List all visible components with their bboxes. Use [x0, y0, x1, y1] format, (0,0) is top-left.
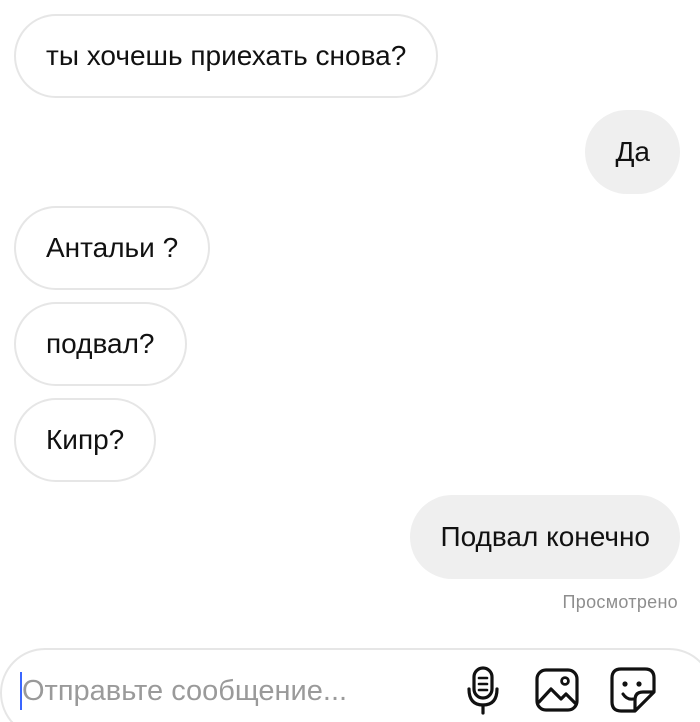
seen-status: Просмотрено — [562, 592, 678, 612]
incoming-message-bubble[interactable]: Антальи ? — [14, 206, 211, 290]
sticker-icon — [610, 667, 656, 713]
incoming-message-bubble[interactable]: подвал? — [14, 302, 187, 386]
message-text: ты хочешь приехать снова? — [46, 40, 407, 71]
message-text: подвал? — [46, 328, 155, 359]
image-icon — [535, 668, 579, 712]
outgoing-message-bubble[interactable]: Да — [585, 110, 680, 194]
outgoing-message-bubble[interactable]: Подвал конечно — [410, 495, 680, 579]
message-text: Антальи ? — [46, 232, 179, 263]
chat-thread: ты хочешь приехать снова? Да Антальи ? п… — [0, 0, 700, 640]
incoming-message-bubble[interactable]: Кипр? — [14, 398, 157, 482]
send-image-button[interactable] — [532, 664, 582, 716]
sticker-button[interactable] — [608, 664, 658, 716]
incoming-message-bubble[interactable]: ты хочешь приехать снова? — [14, 14, 439, 98]
message-text: Подвал конечно — [440, 521, 650, 552]
message-text: Да — [615, 136, 650, 167]
microphone-icon — [467, 666, 499, 715]
message-text: Кипр? — [46, 424, 125, 455]
message-input[interactable] — [22, 670, 442, 712]
voice-message-button[interactable] — [458, 664, 508, 716]
